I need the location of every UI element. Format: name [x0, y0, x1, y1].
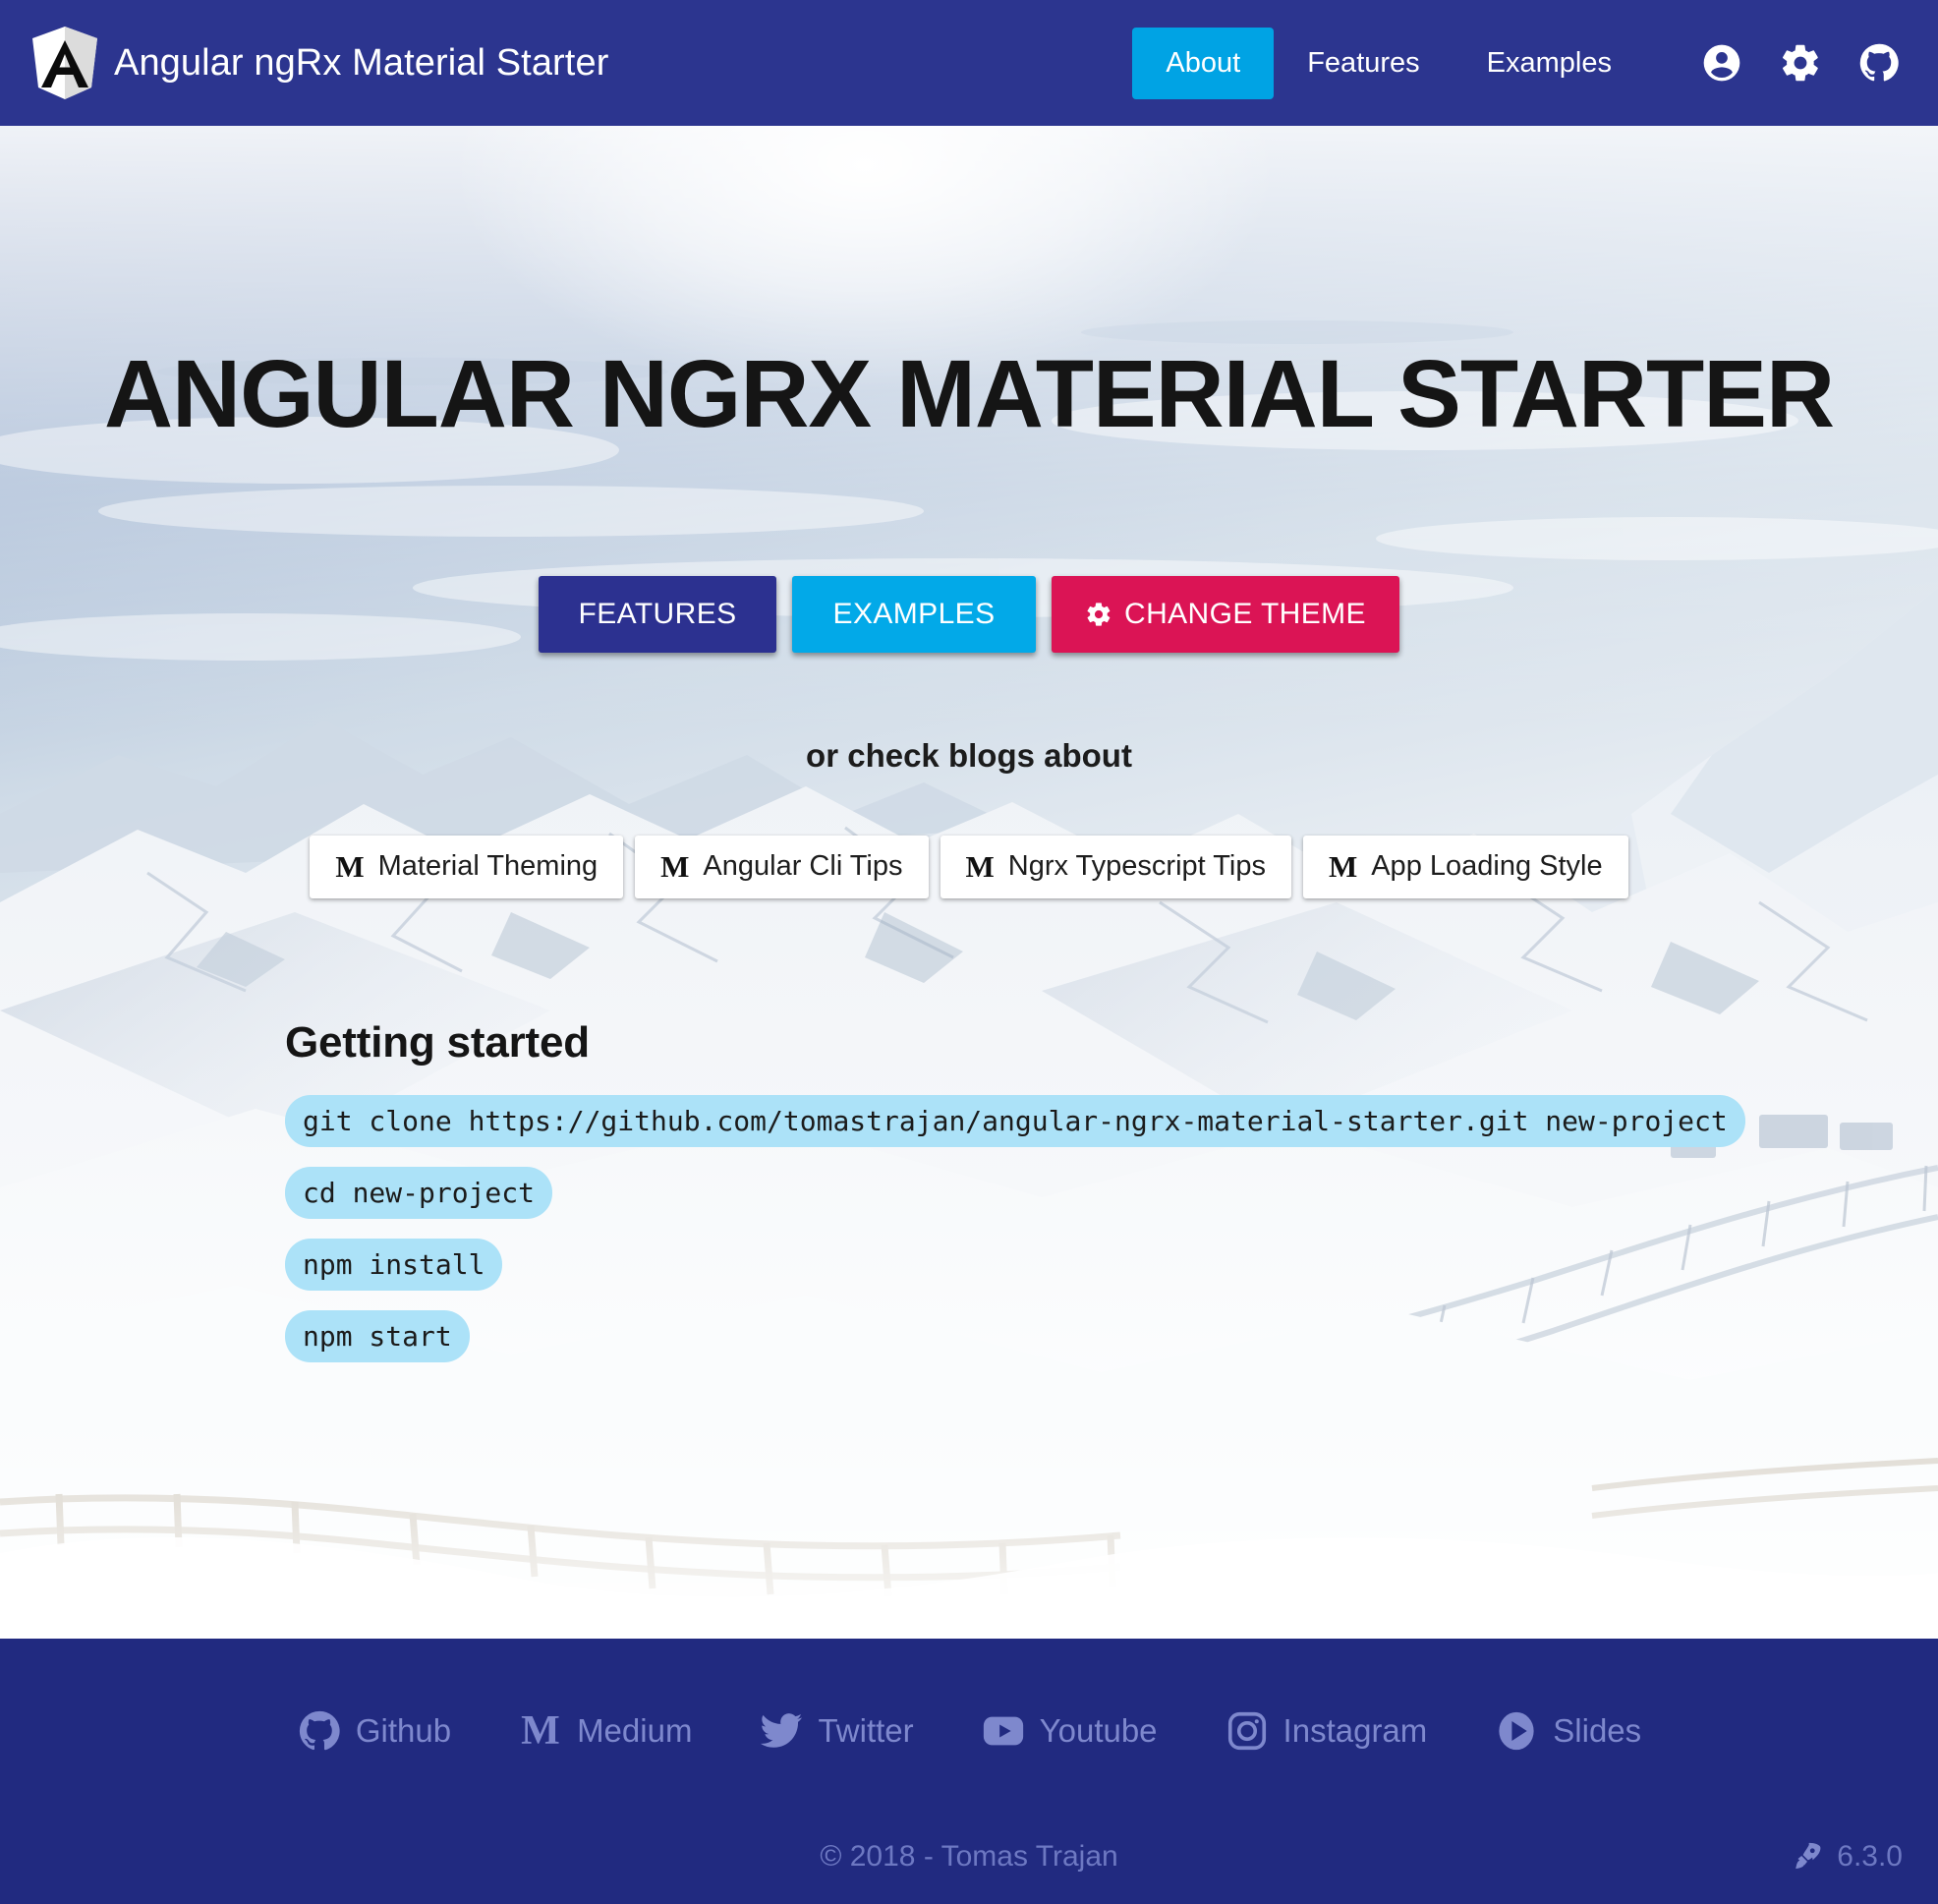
getting-started-command-list: git clone https://github.com/tomastrajan…: [285, 1094, 1938, 1362]
version-text: 6.3.0: [1837, 1840, 1903, 1873]
blog-chip-row: M Material Theming M Angular Cli Tips M …: [0, 835, 1938, 898]
social-link-label: Slides: [1553, 1712, 1642, 1749]
social-link-label: Medium: [577, 1712, 693, 1749]
blog-chip-label: Material Theming: [377, 850, 598, 883]
settings-gear-icon[interactable]: [1779, 41, 1822, 85]
rocket-icon: [1790, 1840, 1823, 1874]
social-link-label: Youtube: [1039, 1712, 1158, 1749]
social-link-label: Instagram: [1282, 1712, 1428, 1749]
change-theme-button[interactable]: CHANGE THEME: [1052, 575, 1399, 653]
app-root: Angular ngRx Material Starter About Feat…: [0, 0, 1938, 1904]
command-git-clone[interactable]: git clone https://github.com/tomastrajan…: [285, 1094, 1745, 1147]
medium-m-icon: M: [518, 1708, 563, 1754]
nav-item-examples[interactable]: Examples: [1454, 28, 1645, 99]
brand[interactable]: Angular ngRx Material Starter: [29, 25, 608, 101]
blog-chip-ngrx-typescript-tips[interactable]: M Ngrx Typescript Tips: [940, 835, 1291, 898]
account-circle-icon[interactable]: [1700, 41, 1743, 85]
blog-chip-label: Ngrx Typescript Tips: [1007, 850, 1266, 883]
slides-play-icon: [1494, 1708, 1539, 1754]
medium-m-icon: M: [1328, 849, 1358, 885]
main-nav: About Features Examples: [1132, 27, 1645, 99]
getting-started-section: Getting started git clone https://github…: [0, 1018, 1938, 1362]
cta-button-row: FEATURES EXAMPLES CHANGE THEME: [0, 575, 1938, 653]
nav-item-about[interactable]: About: [1132, 27, 1275, 99]
blog-chip-label: App Loading Style: [1371, 850, 1603, 883]
version-indicator: 6.3.0: [1790, 1840, 1903, 1874]
getting-started-title: Getting started: [285, 1017, 590, 1067]
gear-icon: [1085, 601, 1112, 628]
page-title: ANGULAR NGRX MATERIAL STARTER: [103, 340, 1835, 447]
blog-chip-app-loading-style[interactable]: M App Loading Style: [1302, 835, 1628, 898]
social-link-instagram[interactable]: Instagram: [1191, 1699, 1461, 1763]
social-link-github[interactable]: Github: [263, 1699, 484, 1763]
nav-item-features[interactable]: Features: [1274, 28, 1453, 99]
social-link-row: Github M Medium Twitter Youtube Instagra…: [0, 1639, 1938, 1810]
social-link-label: Github: [355, 1712, 452, 1749]
medium-m-icon: M: [335, 849, 365, 885]
social-link-medium[interactable]: M Medium: [484, 1699, 725, 1763]
youtube-icon: [981, 1708, 1026, 1754]
app-footer: Github M Medium Twitter Youtube Instagra…: [0, 1639, 1938, 1904]
svg-text:M: M: [521, 1708, 560, 1754]
command-cd[interactable]: cd new-project: [285, 1166, 553, 1219]
copyright-text: © 2018 - Tomas Trajan: [820, 1840, 1118, 1873]
features-button[interactable]: FEATURES: [539, 575, 777, 653]
blog-chip-label: Angular Cli Tips: [703, 850, 903, 883]
github-icon: [297, 1708, 342, 1754]
app-header: Angular ngRx Material Starter About Feat…: [0, 0, 1938, 126]
command-npm-start[interactable]: npm start: [285, 1309, 470, 1362]
hero-content: ANGULAR NGRX MATERIAL STARTER FEATURES E…: [0, 126, 1938, 1639]
header-icon-group: [1700, 41, 1901, 85]
angular-shield-icon: [29, 25, 100, 101]
blog-chip-angular-cli-tips[interactable]: M Angular Cli Tips: [635, 835, 929, 898]
change-theme-button-label: CHANGE THEME: [1124, 597, 1366, 630]
social-link-slides[interactable]: Slides: [1460, 1699, 1675, 1763]
medium-m-icon: M: [965, 849, 995, 885]
copyright-bar: © 2018 - Tomas Trajan 6.3.0: [0, 1810, 1938, 1904]
social-link-twitter[interactable]: Twitter: [725, 1699, 946, 1763]
github-icon[interactable]: [1857, 41, 1901, 85]
social-link-youtube[interactable]: Youtube: [947, 1699, 1191, 1763]
medium-m-icon: M: [660, 849, 690, 885]
features-button-label: FEATURES: [578, 597, 737, 630]
blogs-label: or check blogs about: [806, 736, 1132, 774]
examples-button-label: EXAMPLES: [832, 597, 996, 630]
command-npm-install[interactable]: npm install: [285, 1238, 503, 1291]
hero-section: ANGULAR NGRX MATERIAL STARTER FEATURES E…: [0, 126, 1938, 1639]
examples-button[interactable]: EXAMPLES: [792, 575, 1037, 653]
social-link-label: Twitter: [818, 1712, 914, 1749]
twitter-bird-icon: [759, 1708, 804, 1754]
blog-chip-material-theming[interactable]: M Material Theming: [310, 835, 624, 898]
instagram-icon: [1225, 1708, 1270, 1754]
brand-title: Angular ngRx Material Starter: [114, 41, 609, 84]
